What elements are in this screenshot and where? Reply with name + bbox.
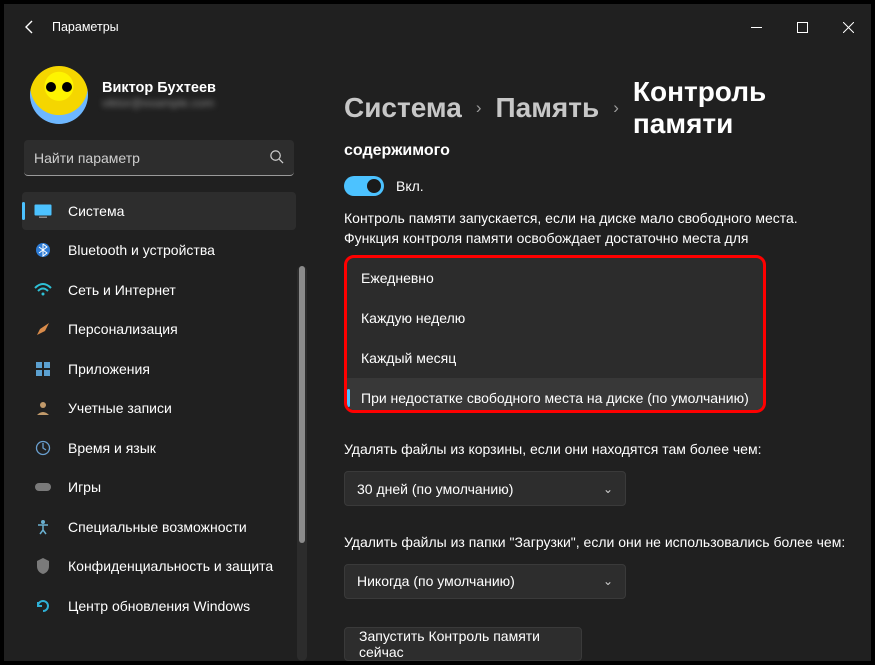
shield-icon — [34, 557, 52, 575]
profile-email: viktor@example.com — [102, 96, 216, 110]
storage-sense-toggle[interactable] — [344, 176, 384, 196]
frequency-option-low-disk[interactable]: При недостатке свободного места на диске… — [347, 378, 763, 414]
downloads-value: Никогда (по умолчанию) — [357, 573, 515, 589]
sidebar-item-label: Игры — [68, 479, 101, 495]
minimize-button[interactable] — [733, 4, 779, 50]
system-icon — [34, 202, 52, 220]
wifi-icon — [34, 281, 52, 299]
sidebar-item-label: Приложения — [68, 361, 150, 377]
chevron-right-icon: › — [613, 98, 619, 118]
downloads-label: Удалить файлы из папки "Загрузки", если … — [344, 532, 854, 552]
description-text: Контроль памяти запускается, если на дис… — [344, 208, 849, 249]
sidebar-item-accessibility[interactable]: Специальные возможности — [22, 508, 296, 546]
back-button[interactable] — [16, 13, 44, 41]
recycle-bin-value: 30 дней (по умолчанию) — [357, 481, 513, 497]
maximize-button[interactable] — [779, 4, 825, 50]
close-button[interactable] — [825, 4, 871, 50]
recycle-bin-label: Удалять файлы из корзины, если они наход… — [344, 439, 854, 459]
breadcrumb-system[interactable]: Система — [344, 92, 462, 124]
sidebar-item-network[interactable]: Сеть и Интернет — [22, 271, 296, 309]
frequency-option-monthly[interactable]: Каждый месяц — [347, 338, 763, 378]
bluetooth-icon — [34, 241, 52, 259]
profile-block[interactable]: Виктор Бухтеев viktor@example.com — [20, 56, 298, 138]
sidebar-item-label: Конфиденциальность и защита — [68, 558, 273, 574]
sidebar-item-label: Система — [68, 203, 124, 219]
chevron-down-icon: ⌄ — [603, 574, 613, 588]
toggle-label: Вкл. — [396, 178, 424, 194]
breadcrumb-storage[interactable]: Память — [496, 92, 600, 124]
window-title: Параметры — [52, 20, 119, 34]
sidebar-item-label: Специальные возможности — [68, 519, 247, 535]
sidebar: Виктор Бухтеев viktor@example.com Систем… — [4, 50, 310, 661]
frequency-option-daily[interactable]: Ежедневно — [347, 258, 763, 298]
run-button-label: Запустить Контроль памяти сейчас — [359, 628, 567, 660]
titlebar: Параметры — [4, 4, 871, 50]
apps-icon — [34, 360, 52, 378]
sidebar-item-label: Персонализация — [68, 321, 178, 337]
sidebar-item-accounts[interactable]: Учетные записи — [22, 389, 296, 427]
sidebar-item-label: Сеть и Интернет — [68, 282, 176, 298]
main-content: Система › Память › Контроль памяти содер… — [310, 50, 871, 661]
sidebar-item-time-language[interactable]: Время и язык — [22, 429, 296, 467]
frequency-option-weekly[interactable]: Каждую неделю — [347, 298, 763, 338]
sidebar-item-windows-update[interactable]: Центр обновления Windows — [22, 587, 296, 625]
chevron-down-icon: ⌄ — [603, 482, 613, 496]
nav: Система Bluetooth и устройства Сеть и Ин… — [20, 190, 298, 661]
settings-window: Параметры Виктор Бухтеев viktor@example.… — [4, 4, 871, 661]
sidebar-item-privacy[interactable]: Конфиденциальность и защита — [22, 547, 296, 585]
search-input[interactable] — [34, 150, 269, 166]
avatar — [30, 66, 88, 124]
run-storage-sense-button[interactable]: Запустить Контроль памяти сейчас — [344, 627, 582, 661]
sidebar-item-label: Центр обновления Windows — [68, 598, 250, 614]
sidebar-item-label: Bluetooth и устройства — [68, 242, 215, 258]
sidebar-item-personalization[interactable]: Персонализация — [22, 310, 296, 348]
gamepad-icon — [34, 478, 52, 496]
section-title: содержимого — [344, 142, 871, 160]
downloads-select[interactable]: Никогда (по умолчанию) ⌄ — [344, 564, 626, 598]
sidebar-item-apps[interactable]: Приложения — [22, 350, 296, 388]
search-icon — [269, 149, 284, 167]
brush-icon — [34, 320, 52, 338]
accessibility-icon — [34, 518, 52, 536]
update-icon — [34, 597, 52, 615]
scrollbar-thumb[interactable] — [299, 266, 305, 543]
sidebar-item-gaming[interactable]: Игры — [22, 468, 296, 506]
sidebar-item-label: Учетные записи — [68, 400, 172, 416]
globe-clock-icon — [34, 439, 52, 457]
frequency-dropdown-open: Ежедневно Каждую неделю Каждый месяц При… — [344, 255, 766, 414]
sidebar-scrollbar[interactable] — [297, 266, 307, 661]
recycle-bin-select[interactable]: 30 дней (по умолчанию) ⌄ — [344, 471, 626, 505]
search-box[interactable] — [24, 140, 294, 176]
breadcrumb-current: Контроль памяти — [633, 76, 871, 140]
toggle-row: Вкл. — [344, 176, 871, 196]
sidebar-item-label: Время и язык — [68, 440, 156, 456]
chevron-right-icon: › — [476, 98, 482, 118]
person-icon — [34, 399, 52, 417]
profile-name: Виктор Бухтеев — [102, 80, 216, 96]
sidebar-item-system[interactable]: Система — [22, 192, 296, 230]
breadcrumb: Система › Память › Контроль памяти — [344, 76, 871, 140]
sidebar-item-bluetooth[interactable]: Bluetooth и устройства — [22, 231, 296, 269]
